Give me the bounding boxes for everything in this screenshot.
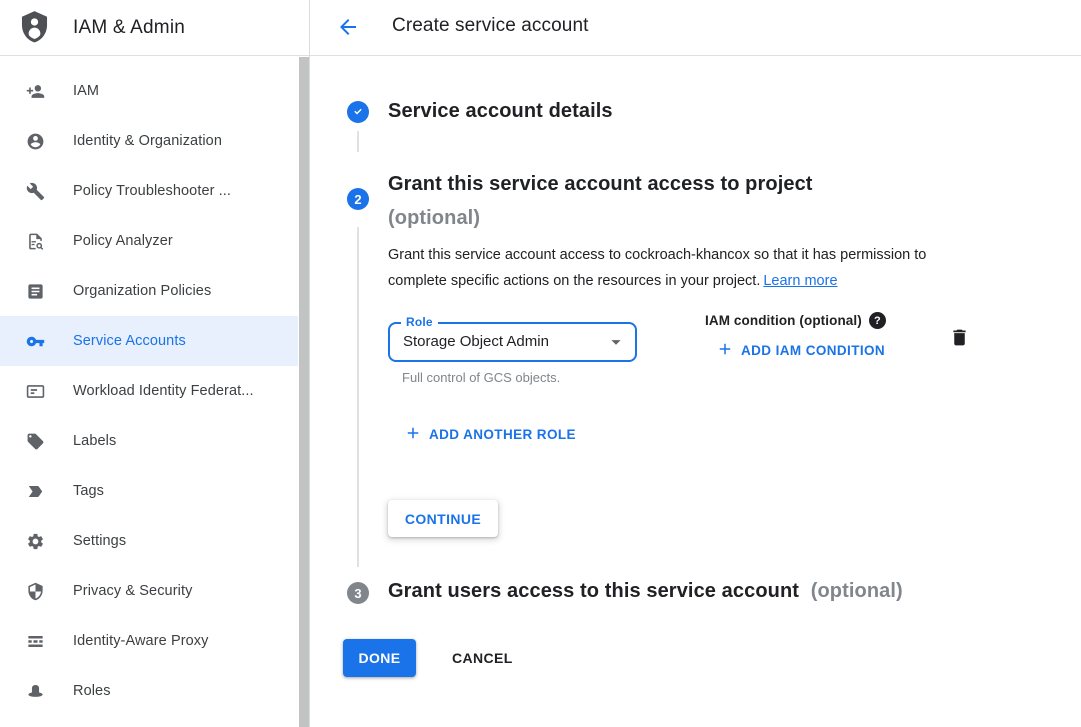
page-title: Create service account [392, 15, 589, 37]
policy-analyzer-icon [25, 231, 45, 251]
sidebar-item-label: Identity & Organization [73, 133, 222, 149]
iam-condition-header: IAM condition (optional) ? [705, 312, 886, 329]
sidebar-item-labels[interactable]: Labels [0, 416, 298, 466]
step3-title: Grant users access to this service accou… [388, 580, 799, 602]
stepper-connector [357, 227, 359, 567]
sidebar-item-label: Settings [73, 533, 126, 549]
sidebar-item-label: Identity-Aware Proxy [73, 633, 209, 649]
sidebar-item-roles[interactable]: Roles [0, 666, 298, 716]
sidebar-item-tags[interactable]: Tags [0, 466, 298, 516]
step1-check-badge [347, 101, 369, 123]
sidebar-item-service-accounts[interactable]: Service Accounts [0, 316, 298, 366]
document-list-icon [25, 281, 45, 301]
step3-optional-label: (optional) [811, 580, 903, 602]
sidebar-item-label: Policy Analyzer [73, 233, 173, 249]
role-select[interactable]: Role Storage Object Admin [388, 322, 637, 362]
check-icon [351, 104, 365, 121]
sidebar-item-workload-identity-federation[interactable]: Workload Identity Federat... [0, 366, 298, 416]
step2-number: 2 [354, 192, 361, 207]
sidebar-item-label: Roles [73, 683, 111, 699]
sidebar-item-organization-policies[interactable]: Organization Policies [0, 266, 298, 316]
add-another-role-button[interactable]: ADD ANOTHER ROLE [404, 424, 576, 445]
sidebar-header: IAM & Admin [0, 0, 309, 56]
stepper-connector [357, 131, 359, 152]
sidebar-item-label: Workload Identity Federat... [73, 383, 254, 399]
role-helper-text: Full control of GCS objects. [402, 370, 560, 385]
step3-heading: Grant users access to this service accou… [388, 580, 903, 603]
arrow-back-icon [336, 27, 360, 42]
role-selected-value: Storage Object Admin [403, 324, 549, 360]
plus-icon [716, 340, 741, 361]
gear-icon [25, 531, 45, 551]
add-another-role-label: ADD ANOTHER ROLE [429, 427, 576, 442]
sidebar-item-identity-aware-proxy[interactable]: Identity-Aware Proxy [0, 616, 298, 666]
step2-title: Grant this service account access to pro… [388, 167, 813, 201]
sidebar: IAM & Admin IAM Identity & Organization … [0, 0, 310, 727]
delete-role-button[interactable] [947, 327, 971, 351]
step2-heading: Grant this service account access to pro… [388, 167, 813, 235]
plus-icon [404, 424, 429, 445]
sidebar-item-label: Privacy & Security [73, 583, 192, 599]
shield-person-icon [17, 7, 52, 48]
add-iam-condition-label: ADD IAM CONDITION [741, 343, 885, 358]
step1-title: Service account details [388, 100, 613, 123]
key-icon [25, 331, 45, 351]
sidebar-item-identity-organization[interactable]: Identity & Organization [0, 116, 298, 166]
back-button[interactable] [334, 13, 362, 41]
cancel-button[interactable]: CANCEL [444, 639, 521, 677]
sidebar-item-label: Tags [73, 483, 104, 499]
iam-condition-label: IAM condition (optional) [705, 313, 862, 328]
sidebar-item-policy-troubleshooter[interactable]: Policy Troubleshooter ... [0, 166, 298, 216]
sidebar-item-label: Policy Troubleshooter ... [73, 183, 231, 199]
account-circle-icon [25, 131, 45, 151]
sidebar-scrollbar[interactable] [299, 57, 309, 727]
wizard-content: Service account details 2 Grant this ser… [310, 56, 1081, 727]
done-button[interactable]: DONE [343, 639, 416, 677]
card-icon [25, 381, 45, 401]
step3-number: 3 [354, 586, 361, 601]
main-header: Create service account [310, 0, 1081, 56]
shield-half-icon [25, 581, 45, 601]
sidebar-nav: IAM Identity & Organization Policy Troub… [0, 66, 298, 716]
step2-number-badge: 2 [347, 188, 369, 210]
chevron-down-icon [605, 331, 627, 353]
continue-button[interactable]: CONTINUE [388, 500, 498, 537]
sidebar-item-label: IAM [73, 83, 99, 99]
add-iam-condition-button[interactable]: ADD IAM CONDITION [716, 340, 885, 361]
step3-number-badge: 3 [347, 582, 369, 604]
app-title: IAM & Admin [73, 17, 185, 39]
sidebar-item-label: Labels [73, 433, 116, 449]
sidebar-item-privacy-security[interactable]: Privacy & Security [0, 566, 298, 616]
step2-description-text: Grant this service account access to coc… [388, 247, 926, 289]
step2-description: Grant this service account access to coc… [388, 243, 984, 294]
main-panel: Create service account Service account d… [310, 0, 1081, 727]
sidebar-item-iam[interactable]: IAM [0, 66, 298, 116]
trash-icon [949, 336, 970, 351]
sidebar-item-label: Service Accounts [73, 333, 186, 349]
person-add-icon [25, 81, 45, 101]
sidebar-item-label: Organization Policies [73, 283, 211, 299]
learn-more-link[interactable]: Learn more [763, 273, 837, 289]
sidebar-item-settings[interactable]: Settings [0, 516, 298, 566]
wrench-icon [25, 181, 45, 201]
help-icon[interactable]: ? [869, 312, 886, 329]
tag-icon [25, 431, 45, 451]
hat-icon [25, 681, 45, 701]
step2-optional-label: (optional) [388, 201, 813, 235]
sidebar-item-policy-analyzer[interactable]: Policy Analyzer [0, 216, 298, 266]
label-important-icon [25, 481, 45, 501]
grid-icon [25, 631, 45, 651]
